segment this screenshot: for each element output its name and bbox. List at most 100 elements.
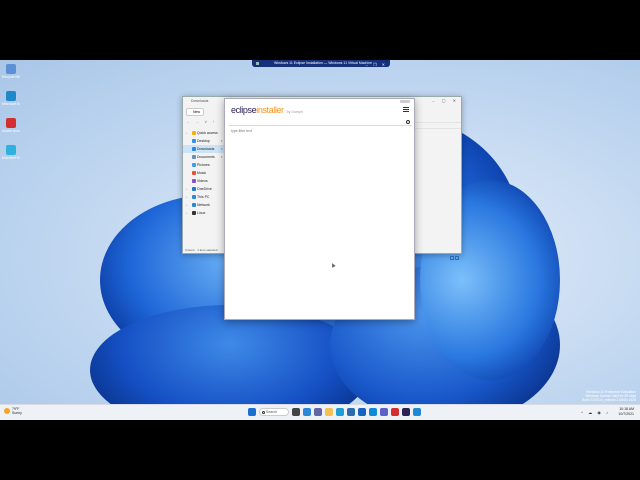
desktop-icon[interactable]: Microsoft Edge [2,91,20,115]
explorer-file-rows [415,117,461,129]
watermark-line: Build 22000.ni_release.210604-1628 [582,398,636,402]
nav-item-label: Music [197,171,207,175]
app-icon [6,118,16,128]
desktop-icon[interactable]: Microsoft Edge [2,145,20,169]
videos-icon [192,179,196,183]
desktop-icon[interactable]: Adobe Acrobat [2,118,20,142]
nav-item-label: Desktop [197,139,210,143]
search-icon [262,411,265,414]
store-icon[interactable] [347,408,355,416]
edge-icon[interactable] [336,408,344,416]
new-button[interactable]: New [186,108,204,116]
pin-icon: ✦ [220,139,223,143]
download-icon [192,147,196,151]
nav-item-label: Network [197,203,210,207]
desktop-icon-label: Recycle Bin [2,75,20,79]
taskbar-apps: Search [248,408,424,418]
sun-icon [4,408,10,414]
logo-eclipse: eclipse [231,105,257,115]
chevron-right-icon[interactable]: › [186,185,187,193]
chevron-right-icon[interactable]: › [186,129,187,137]
nav-item[interactable]: Videos [183,177,225,185]
nav-item[interactable]: › Linux [183,209,225,217]
hamburger-menu-icon[interactable] [403,107,409,112]
nav-item[interactable]: › Quick access [183,129,225,137]
nav-item-label: Videos [197,179,208,183]
windows-watermark: Windows 11 Enterprise Evaluation Windows… [582,390,636,402]
chevron-right-icon[interactable]: › [186,201,187,209]
chevron-right-icon[interactable]: › [186,209,187,217]
nav-item[interactable]: › This PC [183,193,225,201]
filter-input[interactable] [229,128,399,134]
nav-item-label: Quick access [197,131,218,135]
app-icon [6,91,16,101]
remote-connection-title: Windows 11 Eclipse Installation — Window… [274,61,373,65]
chevron-right-icon[interactable]: › [186,193,187,201]
pc-icon [192,195,196,199]
installer-header: eclipseinstaller by Oomph [225,99,414,119]
search-icon[interactable] [406,120,410,124]
desktop-icon-label: Microsoft Edge [2,156,20,160]
nav-item[interactable]: Documents ✦ [183,153,225,161]
view-toggle[interactable] [449,247,459,260]
windows-start-icon[interactable] [248,408,256,416]
photos-icon[interactable] [369,408,377,416]
pin-icon[interactable] [256,62,259,65]
mail-icon[interactable] [358,408,366,416]
taskbar-search[interactable]: Search [259,408,289,416]
music-icon [192,171,196,175]
explorer-status-bar: 3 items 1 item selected [185,248,227,252]
nav-item[interactable]: Music [183,169,225,177]
nav-item[interactable]: › OneDrive [183,185,225,193]
status-items: 3 items [185,248,195,252]
details-view-icon[interactable] [450,256,454,260]
widgets-icon[interactable] [303,408,311,416]
nav-item[interactable]: Desktop ✦ [183,137,225,145]
nav-item[interactable]: Pictures [183,161,225,169]
new-button-label: New [193,110,201,114]
update-indicator[interactable] [400,100,410,103]
system-tray-icons[interactable]: ^ ☁ ◉ ♪ [581,410,610,415]
app-icon [6,145,16,155]
pin-icon: ✦ [220,155,223,159]
teams-icon[interactable] [380,408,388,416]
desktop-icon[interactable]: Recycle Bin [2,64,20,88]
star-icon [192,131,196,135]
file-explorer-icon[interactable] [325,408,333,416]
weather-widget[interactable]: 79°F Sunny [4,407,22,415]
nav-item[interactable]: Downloads ✦ [183,145,225,153]
nav-item-label: Linux [197,211,206,215]
eclipse-icon[interactable] [402,408,410,416]
task-view-icon[interactable] [292,408,300,416]
acrobat-icon[interactable] [391,408,399,416]
nav-item-label: This PC [197,195,210,199]
tiles-view-icon[interactable] [455,256,459,260]
remote-connection-bar[interactable]: Windows 11 Eclipse Installation — Window… [252,60,390,67]
eclipse-installer-logo: eclipseinstaller by Oomph [231,105,303,115]
clock[interactable]: 10:18 AM 10/7/2021 [618,407,634,417]
nav-item-label: Downloads [197,147,215,151]
network-icon [192,203,196,207]
desktop-icon-label: Adobe Acrobat [2,129,20,133]
eclipse-installer-window[interactable]: eclipseinstaller by Oomph [224,98,415,320]
pictures-icon [192,163,196,167]
cloud-icon [192,187,196,191]
linux-icon [192,211,196,215]
logo-installer: installer [256,105,284,115]
nav-item-label: Pictures [197,163,210,167]
logo-by: by Oomph [286,110,303,114]
desktop-icon [192,139,196,143]
nav-arrows[interactable]: ← → ∨ ↑ [186,119,216,124]
filter-field[interactable] [229,119,412,134]
nav-item[interactable]: › Network [183,201,225,209]
explorer-title: Downloads [191,99,209,103]
explorer-window-controls[interactable]: – ▢ ✕ [432,97,459,105]
chat-icon[interactable] [314,408,322,416]
vscode-icon[interactable] [413,408,421,416]
status-selected: 1 item selected [197,248,218,252]
explorer-navigation-pane: › Quick access Desktop ✦ Downloads ✦ Documents… [183,129,225,217]
nav-item-label: OneDrive [197,187,212,191]
remote-window-controls[interactable]: – ❐ ✕ [366,61,387,67]
taskbar: 79°F Sunny Search ^ ☁ ◉ ♪ 10:18 AM 10/7/… [0,404,640,420]
documents-icon [192,155,196,159]
